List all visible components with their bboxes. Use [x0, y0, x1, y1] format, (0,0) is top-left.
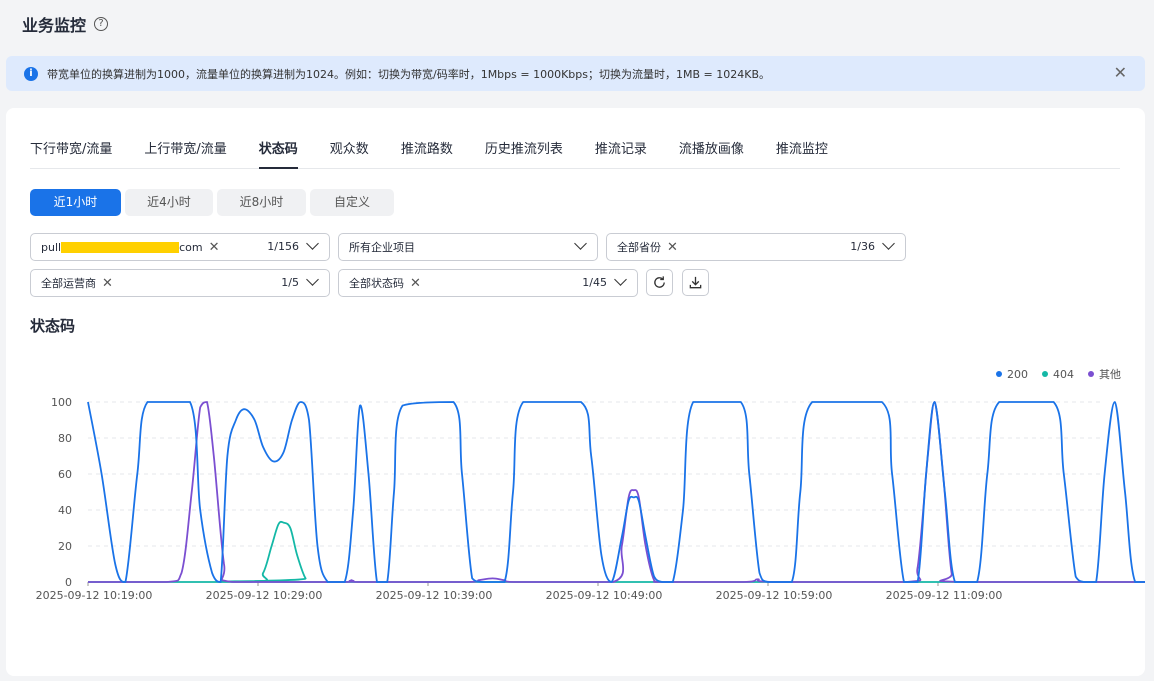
x-tick-label: 2025-09-12 10:29:00 — [206, 589, 323, 602]
chart-legend: 200 404 其他 — [996, 366, 1121, 382]
chevron-down-icon — [306, 273, 319, 286]
chevron-down-icon — [306, 237, 319, 250]
x-tick-label: 2025-09-12 11:09:00 — [886, 589, 1003, 602]
time-range-custom-button[interactable]: 自定义 — [310, 189, 394, 216]
x-tick-label: 2025-09-12 10:19:00 — [36, 589, 153, 602]
page-title: 业务监控 ? — [22, 12, 109, 36]
legend-dot — [1088, 371, 1094, 377]
tab-5[interactable]: 历史推流列表 — [485, 138, 563, 169]
y-tick-label: 60 — [58, 468, 72, 481]
time-range-1h-button[interactable]: 近1小时 — [30, 189, 121, 216]
y-tick-label: 40 — [58, 504, 72, 517]
x-tick-label: 2025-09-12 10:59:00 — [716, 589, 833, 602]
province-value: 全部省份 — [617, 241, 661, 254]
time-range-8h-button[interactable]: 近8小时 — [217, 189, 306, 216]
tab-6[interactable]: 推流记录 — [595, 138, 647, 169]
info-icon: i — [24, 66, 38, 81]
domain-suffix: com — [179, 240, 203, 254]
legend-dot — [1042, 371, 1048, 377]
refresh-button[interactable] — [646, 269, 673, 296]
tab-7[interactable]: 流播放画像 — [679, 138, 744, 169]
close-icon[interactable]: ✕ — [1114, 65, 1127, 81]
tab-1[interactable]: 上行带宽/流量 — [144, 138, 226, 169]
project-value: 所有企业项目 — [349, 241, 415, 254]
help-icon[interactable]: ? — [94, 17, 109, 31]
legend-item-other[interactable]: 其他 — [1088, 366, 1121, 382]
isp-select[interactable]: 全部运营商 ✕ 1/5 — [30, 269, 330, 297]
main-panel: 下行带宽/流量 上行带宽/流量 状态码 观众数 推流路数 历史推流列表 推流记录 流播放画像推… — [6, 108, 1145, 676]
y-tick-label: 100 — [51, 396, 72, 409]
download-button[interactable] — [682, 269, 709, 296]
project-select[interactable]: 所有企业项目 — [338, 233, 598, 261]
domain-count: 1/156 — [267, 240, 299, 253]
notice-banner: i 带宽单位的换算进制为1000，流量单位的换算进制为1024。例如：切换为带宽… — [6, 56, 1145, 91]
y-tick-label: 20 — [58, 540, 72, 553]
legend-label: 其他 — [1099, 368, 1121, 381]
chevron-down-icon — [574, 237, 587, 250]
tab-3[interactable]: 观众数 — [330, 138, 369, 169]
series-line-1 — [87, 520, 1145, 583]
status-code-count: 1/45 — [582, 276, 607, 289]
remove-icon[interactable]: ✕ — [410, 276, 421, 291]
time-range-group: 近1小时 近4小时 近8小时 自定义 — [30, 189, 394, 216]
tab-2[interactable]: 状态码 — [258, 138, 298, 169]
series-line-0 — [87, 401, 1145, 583]
status-code-value: 全部状态码 — [349, 277, 404, 290]
x-tick-label: 2025-09-12 10:49:00 — [546, 589, 663, 602]
tab-8[interactable]: 推流监控 — [776, 138, 828, 169]
tab-0[interactable]: 下行带宽/流量 — [30, 138, 112, 169]
legend-label: 200 — [1007, 367, 1028, 381]
status-code-chart: 0 20 40 60 80 100 2025-09-12 10:19:00 2025-09-1… — [36, 396, 1145, 602]
legend-label: 404 — [1053, 367, 1074, 381]
isp-count: 1/5 — [281, 276, 299, 289]
y-tick-label: 0 — [65, 576, 72, 589]
legend-item-404[interactable]: 404 — [1042, 366, 1074, 382]
remove-icon[interactable]: ✕ — [667, 240, 678, 255]
legend-item-200[interactable]: 200 — [996, 366, 1028, 382]
province-count: 1/36 — [850, 240, 875, 253]
y-tick-label: 80 — [58, 432, 72, 445]
time-range-4h-button[interactable]: 近4小时 — [125, 189, 213, 216]
refresh-icon — [654, 276, 665, 288]
domain-mask — [61, 241, 180, 253]
remove-icon[interactable]: ✕ — [102, 276, 113, 291]
tab-bar: 下行带宽/流量 上行带宽/流量 状态码 观众数 推流路数 历史推流列表 推流记录 流播放画像 推… — [30, 138, 1120, 169]
x-tick-label: 2025-09-12 10:39:00 — [376, 589, 493, 602]
legend-dot — [996, 371, 1002, 377]
chevron-down-icon — [614, 273, 627, 286]
download-icon — [689, 276, 702, 289]
domain-select[interactable]: pull com ✕ 1/156 — [30, 233, 330, 261]
chevron-down-icon — [882, 237, 895, 250]
isp-value: 全部运营商 — [41, 277, 96, 290]
remove-icon[interactable]: ✕ — [209, 240, 220, 255]
province-select[interactable]: 全部省份 ✕ 1/36 — [606, 233, 906, 261]
tab-4[interactable]: 推流路数 — [401, 138, 453, 169]
chart-title: 状态码 — [30, 317, 76, 335]
page-title-text: 业务监控 — [22, 16, 87, 35]
notice-text: 带宽单位的换算进制为1000，流量单位的换算进制为1024。例如：切换为带宽/码… — [47, 67, 770, 81]
status-code-select[interactable]: 全部状态码 ✕ 1/45 — [338, 269, 638, 297]
domain-prefix: pull — [41, 240, 62, 254]
